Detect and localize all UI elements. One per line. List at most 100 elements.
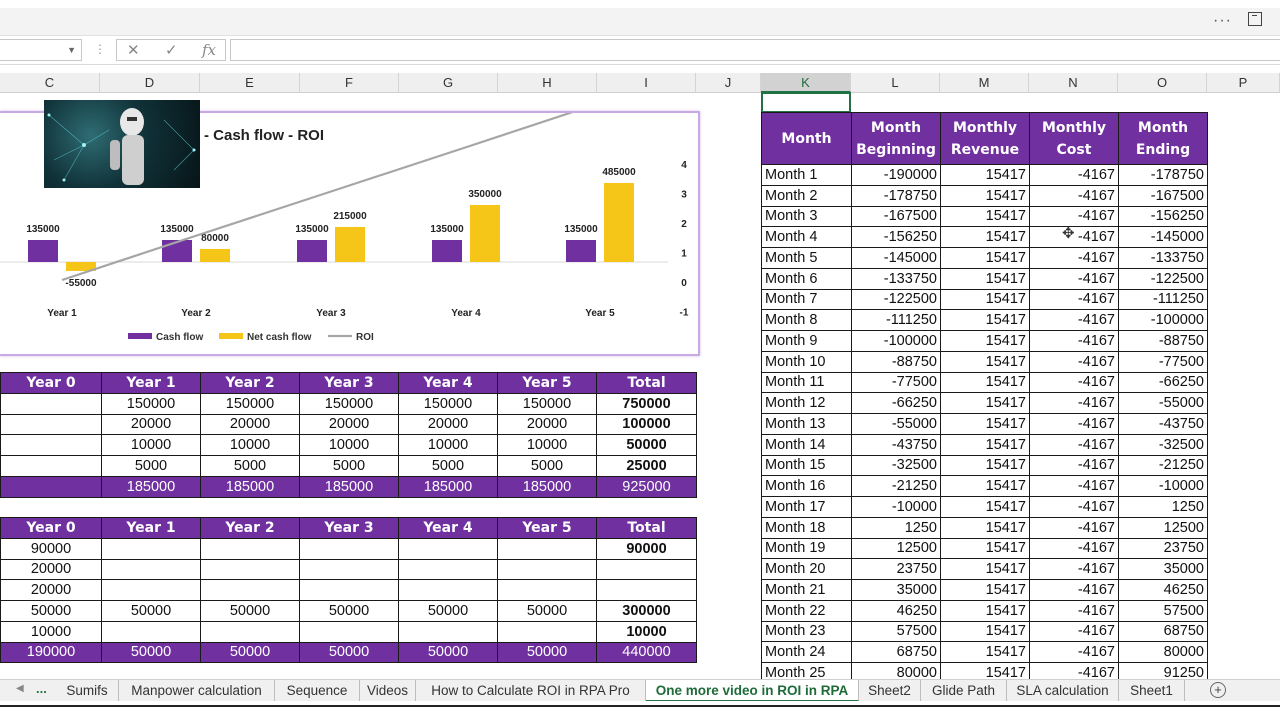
table-cell[interactable] [200, 579, 300, 601]
month-label-cell[interactable]: Month 6 [761, 267, 852, 290]
month-label-cell[interactable]: Month 17 [761, 496, 852, 518]
total-cell[interactable]: 50000 [101, 641, 201, 664]
month-value-cell[interactable]: -145000 [851, 247, 941, 269]
table-cell[interactable] [101, 537, 201, 560]
column-header-e[interactable]: E [200, 73, 300, 93]
column-header-i[interactable]: I [597, 73, 696, 93]
month-value-cell[interactable]: -190000 [851, 164, 941, 186]
month-value-cell[interactable]: -4167 [1029, 599, 1119, 622]
month-value-cell[interactable]: -21250 [1118, 454, 1208, 477]
revenue-table-header-cell[interactable]: Total [596, 372, 697, 394]
month-label-cell[interactable]: Month 4 [761, 226, 852, 248]
table-cell[interactable]: 20000 [299, 413, 399, 436]
month-value-cell[interactable]: 12500 [1118, 516, 1208, 539]
revenue-table-header-cell[interactable]: Year 4 [398, 372, 498, 394]
cost-table-header-cell[interactable]: Year 4 [398, 517, 498, 539]
selected-cell[interactable] [761, 92, 851, 113]
month-label-cell[interactable]: Month 7 [761, 288, 852, 311]
month-value-cell[interactable]: -4167 [1029, 496, 1119, 518]
month-value-cell[interactable]: 1250 [1118, 496, 1208, 518]
month-value-cell[interactable]: 15417 [940, 247, 1030, 269]
month-value-cell[interactable]: 15417 [940, 579, 1030, 601]
month-value-cell[interactable]: -4167 [1029, 558, 1119, 580]
month-label-cell[interactable]: Month 12 [761, 392, 852, 414]
column-header-h[interactable]: H [498, 73, 597, 93]
table-cell[interactable] [497, 579, 597, 601]
name-box[interactable]: ▼ [0, 39, 82, 61]
month-value-cell[interactable]: 15417 [940, 392, 1030, 414]
column-header-p[interactable]: P [1207, 73, 1280, 93]
month-label-cell[interactable]: Month 19 [761, 537, 852, 560]
table-cell[interactable]: 300000 [596, 600, 697, 622]
month-label-cell[interactable]: Month 5 [761, 247, 852, 269]
month-value-cell[interactable]: 15417 [940, 205, 1030, 228]
month-value-cell[interactable]: -178750 [1118, 164, 1208, 186]
total-cell[interactable]: 185000 [299, 475, 399, 498]
month-value-cell[interactable]: -4167 [1029, 350, 1119, 373]
cost-table-header-cell[interactable]: Year 5 [497, 517, 597, 539]
month-value-cell[interactable]: 1250 [851, 516, 941, 539]
table-cell[interactable] [299, 537, 399, 560]
table-cell[interactable]: 50000 [200, 600, 300, 622]
table-cell[interactable]: 50000 [101, 600, 201, 622]
month-label-cell[interactable]: Month 23 [761, 620, 852, 643]
table-cell[interactable]: 5000 [299, 455, 399, 477]
month-value-cell[interactable]: 46250 [1118, 579, 1208, 601]
month-value-cell[interactable]: 15417 [940, 620, 1030, 643]
table-cell[interactable] [101, 579, 201, 601]
month-value-cell[interactable]: -4167 [1029, 579, 1119, 601]
table-cell[interactable] [299, 579, 399, 601]
table-cell[interactable]: 20000 [101, 413, 201, 436]
total-cell[interactable] [0, 475, 102, 498]
table-cell[interactable]: 20000 [497, 413, 597, 436]
cost-table-header-cell[interactable]: Year 2 [200, 517, 300, 539]
table-cell[interactable]: 50000 [497, 600, 597, 622]
month-value-cell[interactable]: -55000 [851, 413, 941, 435]
month-value-cell[interactable]: -178750 [851, 184, 941, 207]
month-value-cell[interactable]: -4167 [1029, 184, 1119, 207]
month-label-cell[interactable]: Month 18 [761, 516, 852, 539]
revenue-table-header-cell[interactable]: Year 3 [299, 372, 399, 394]
table-cell[interactable] [398, 558, 498, 581]
month-value-cell[interactable]: 15417 [940, 496, 1030, 518]
month-value-cell[interactable]: -4167 [1029, 288, 1119, 311]
month-value-cell[interactable]: -100000 [851, 330, 941, 352]
month-value-cell[interactable]: -66250 [851, 392, 941, 414]
month-value-cell[interactable]: -4167 [1029, 537, 1119, 560]
table-cell[interactable]: 10000 [101, 434, 201, 456]
month-value-cell[interactable]: -4167 [1029, 267, 1119, 290]
total-cell[interactable]: 190000 [0, 641, 102, 664]
table-cell[interactable]: 750000 [596, 392, 697, 415]
month-value-cell[interactable]: -21250 [851, 475, 941, 497]
month-value-cell[interactable]: -4167 [1029, 413, 1119, 435]
month-value-cell[interactable]: -167500 [851, 205, 941, 228]
month-value-cell[interactable]: 15417 [940, 309, 1030, 331]
column-header-m[interactable]: M [940, 73, 1029, 93]
table-cell[interactable] [0, 413, 102, 436]
total-cell[interactable]: 185000 [200, 475, 300, 498]
month-value-cell[interactable]: -122500 [1118, 267, 1208, 290]
month-value-cell[interactable]: -4167 [1029, 620, 1119, 643]
total-cell[interactable]: 50000 [398, 641, 498, 664]
month-value-cell[interactable]: -156250 [1118, 205, 1208, 228]
month-label-cell[interactable]: Month 13 [761, 413, 852, 435]
table-cell[interactable]: 10000 [0, 620, 102, 643]
table-cell[interactable] [200, 620, 300, 643]
table-cell[interactable] [0, 392, 102, 415]
table-cell[interactable]: 5000 [398, 455, 498, 477]
month-header-cell[interactable]: Monthly Revenue [940, 112, 1030, 165]
month-value-cell[interactable]: 15417 [940, 330, 1030, 352]
month-value-cell[interactable]: -4167 [1029, 641, 1119, 663]
table-cell[interactable] [497, 558, 597, 581]
cost-table-header-cell[interactable]: Year 3 [299, 517, 399, 539]
sheet-tab[interactable]: Glide Path [921, 680, 1007, 702]
table-cell[interactable]: 150000 [200, 392, 300, 415]
table-cell[interactable]: 20000 [200, 413, 300, 436]
sheet-tab[interactable]: Sumifs [56, 680, 119, 702]
table-cell[interactable] [596, 558, 697, 581]
month-label-cell[interactable]: Month 16 [761, 475, 852, 497]
month-value-cell[interactable]: -4167 [1029, 330, 1119, 352]
robot-image[interactable] [44, 100, 200, 188]
table-cell[interactable] [497, 620, 597, 643]
month-value-cell[interactable]: 15417 [940, 433, 1030, 456]
